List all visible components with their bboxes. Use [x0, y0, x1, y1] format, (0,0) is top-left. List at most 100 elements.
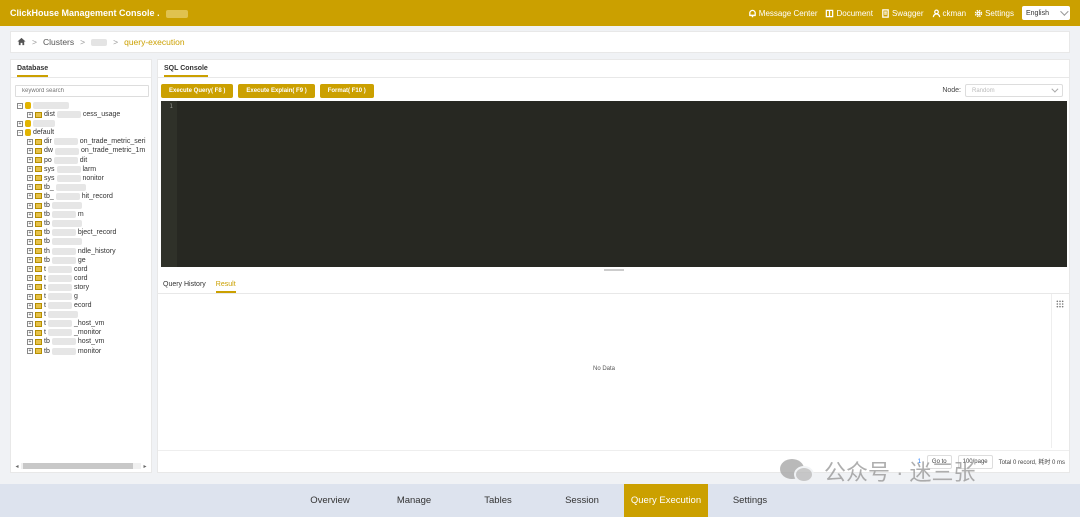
tree-table-node[interactable]: + t — [17, 310, 151, 319]
expand-icon[interactable]: + — [27, 275, 33, 282]
execute-query-button[interactable]: Execute Query( F8 ) — [161, 84, 234, 98]
tree-table-node[interactable]: + th ndle_history — [17, 247, 151, 256]
expand-icon[interactable]: + — [27, 284, 33, 291]
expand-icon[interactable]: + — [27, 166, 33, 173]
breadcrumb-clusters[interactable]: Clusters — [43, 37, 74, 47]
nav-session[interactable]: Session — [540, 484, 624, 517]
collapse-icon[interactable]: − — [17, 102, 23, 109]
nav-manage[interactable]: Manage — [372, 484, 456, 517]
expand-icon[interactable]: + — [27, 320, 33, 327]
document-link[interactable]: Document — [825, 9, 873, 18]
scroll-thumb[interactable] — [23, 463, 133, 469]
expand-icon[interactable]: + — [27, 229, 33, 236]
format-button[interactable]: Format( F10 ) — [319, 84, 374, 98]
collapse-icon[interactable]: − — [17, 129, 23, 136]
user-menu[interactable]: ckman — [932, 9, 966, 18]
message-center-link[interactable]: Message Center — [748, 9, 817, 18]
nav-settings[interactable]: Settings — [708, 484, 792, 517]
tree-table-node[interactable]: + tb monitor — [17, 347, 151, 356]
tree-table-node[interactable]: + tb_ — [17, 183, 151, 192]
breadcrumb-separator: > — [113, 37, 119, 47]
tree-table-node[interactable]: + tb — [17, 219, 151, 228]
tree-table-node[interactable]: + tb — [17, 201, 151, 210]
tree-table-node[interactable]: + po dit — [17, 156, 151, 165]
nav-overview[interactable]: Overview — [288, 484, 372, 517]
line-number-gutter: 1 — [161, 101, 177, 267]
expand-icon[interactable]: + — [27, 111, 33, 118]
expand-icon[interactable]: + — [27, 248, 33, 255]
tab-sql-console[interactable]: SQL Console — [158, 60, 1069, 78]
expand-icon[interactable]: + — [27, 220, 33, 227]
tree-table-node[interactable]: + t _monitor — [17, 328, 151, 337]
scroll-right-icon[interactable]: ▸ — [141, 463, 149, 470]
expand-icon[interactable]: + — [27, 175, 33, 182]
expand-icon[interactable]: + — [27, 311, 33, 318]
expand-icon[interactable]: + — [27, 238, 33, 245]
expand-icon[interactable]: + — [27, 148, 33, 155]
tree-node-label: dist — [44, 111, 55, 119]
scroll-left-icon[interactable]: ◂ — [13, 463, 21, 470]
tree-table-node[interactable]: + tb m — [17, 210, 151, 219]
table-icon — [35, 293, 42, 300]
expand-icon[interactable]: + — [27, 138, 33, 145]
expand-icon[interactable]: + — [27, 157, 33, 164]
tree-table-node[interactable]: + t ecord — [17, 301, 151, 310]
expand-icon[interactable]: + — [27, 202, 33, 209]
redacted-mark — [55, 183, 86, 191]
tree-node-label-suffix: on_trade_metric_1m — [80, 147, 146, 155]
tree-table-node[interactable]: + dw on_trade_metric_1m — [17, 146, 151, 155]
language-select[interactable]: English — [1022, 6, 1070, 20]
column-settings-button[interactable] — [1051, 294, 1067, 448]
swagger-link[interactable]: Swagger — [881, 9, 924, 18]
tree-database-node[interactable]: − — [17, 101, 151, 110]
expand-icon[interactable]: + — [27, 266, 33, 273]
tree-table-node[interactable]: + dist cess_usage — [17, 110, 151, 119]
tree-database-node[interactable]: + — [17, 119, 151, 128]
tree-node-label: tb — [44, 202, 50, 210]
tab-database[interactable]: Database — [11, 60, 151, 78]
node-select[interactable]: Random — [965, 84, 1063, 97]
tree-node-label-suffix: nonitor — [82, 174, 104, 182]
horizontal-scrollbar[interactable]: ◂ ▸ — [13, 462, 149, 470]
tree-table-node[interactable]: + sys nonitor — [17, 174, 151, 183]
expand-icon[interactable]: + — [27, 184, 33, 191]
expand-icon[interactable]: + — [27, 193, 33, 200]
tab-query-history[interactable]: Query History — [163, 281, 206, 293]
tree-table-node[interactable]: + tb host_vm — [17, 337, 151, 346]
tree-table-node[interactable]: + t cord — [17, 274, 151, 283]
expand-icon[interactable]: + — [27, 329, 33, 336]
nav-query-execution[interactable]: Query Execution — [624, 484, 708, 517]
expand-icon[interactable]: + — [27, 302, 33, 309]
tab-result[interactable]: Result — [215, 281, 236, 293]
sql-editor[interactable]: 1 — [161, 101, 1067, 267]
tree-table-node[interactable]: + tb bject_record — [17, 228, 151, 237]
breadcrumb-cluster-name[interactable] — [91, 38, 108, 46]
expand-icon[interactable]: + — [27, 338, 33, 345]
table-icon — [35, 311, 42, 318]
settings-link[interactable]: Settings — [974, 9, 1014, 18]
tree-table-node[interactable]: + tb_ hit_record — [17, 192, 151, 201]
scroll-track[interactable] — [21, 463, 141, 469]
tree-table-node[interactable]: + tb — [17, 237, 151, 246]
tree-table-node[interactable]: + t story — [17, 283, 151, 292]
expand-icon[interactable]: + — [27, 211, 33, 218]
tree-node-label-suffix: _monitor — [73, 329, 102, 337]
expand-icon[interactable]: + — [27, 348, 33, 355]
home-icon[interactable] — [17, 37, 26, 48]
expand-icon[interactable]: + — [27, 293, 33, 300]
table-icon — [35, 238, 42, 245]
tree-table-node[interactable]: + sys larm — [17, 165, 151, 174]
redacted-mark — [51, 338, 76, 346]
tree-database-node[interactable]: − default — [17, 128, 151, 137]
expand-icon[interactable]: + — [27, 257, 33, 264]
tree-table-node[interactable]: + dir on_trade_metric_seri — [17, 137, 151, 146]
tree-table-node[interactable]: + t _host_vm — [17, 319, 151, 328]
keyword-search-input[interactable] — [15, 85, 149, 97]
nav-tables[interactable]: Tables — [456, 484, 540, 517]
expand-icon[interactable]: + — [17, 120, 23, 127]
tree-table-node[interactable]: + t cord — [17, 265, 151, 274]
tree-table-node[interactable]: + t g — [17, 292, 151, 301]
tree-table-node[interactable]: + tb ge — [17, 256, 151, 265]
execute-explain-button[interactable]: Execute Explain( F9 ) — [238, 84, 315, 98]
resize-handle[interactable] — [604, 269, 624, 271]
